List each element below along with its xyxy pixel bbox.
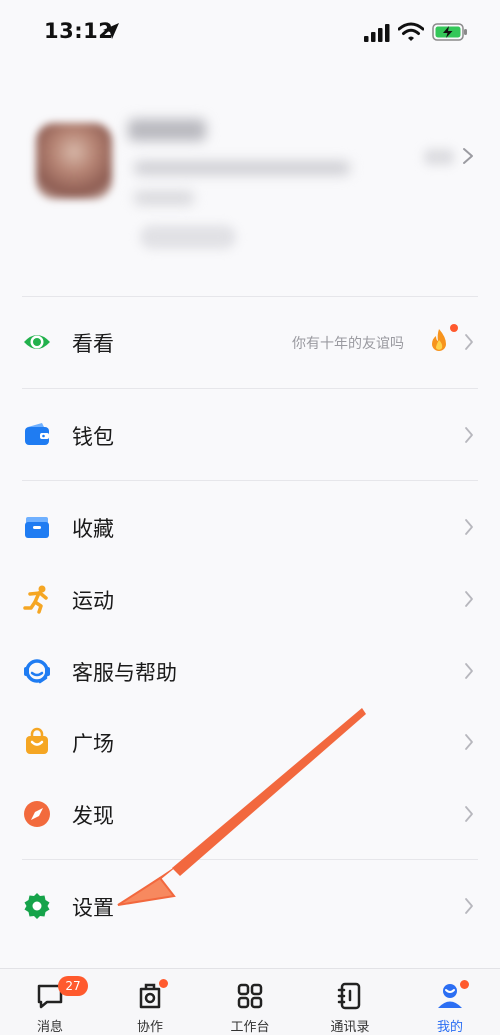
status-bar: 13:12 (0, 0, 500, 70)
tab-messages[interactable]: 27 消息 (5, 969, 95, 1035)
wifi-icon (398, 22, 424, 41)
chevron-right-icon (465, 806, 473, 822)
eye-icon (24, 335, 50, 349)
favorites-box-icon (25, 517, 49, 538)
menu-item-label: 设置 (72, 896, 114, 920)
gear-icon (24, 893, 50, 919)
tab-collaboration[interactable]: 协作 (105, 969, 195, 1035)
chevron-right-icon (465, 663, 473, 679)
notification-dot (159, 979, 168, 988)
menu-item-wallet[interactable]: 钱包 (0, 404, 500, 466)
wallet-icon (25, 423, 49, 445)
divider (22, 296, 478, 297)
notification-dot (460, 980, 469, 989)
divider (22, 859, 478, 860)
menu-item-sports[interactable]: 运动 (0, 568, 500, 630)
profile-name-blurred (128, 119, 206, 141)
chevron-right-icon (465, 427, 473, 443)
profile-qr-blurred[interactable] (424, 149, 454, 165)
location-arrow-icon (103, 23, 119, 39)
profile-detail-blurred (134, 191, 194, 205)
menu-item-discover[interactable]: 发现 (0, 783, 500, 845)
menu-item-label: 运动 (72, 589, 114, 613)
tab-label: 工作台 (230, 1020, 270, 1035)
chevron-right-icon (465, 734, 473, 750)
tab-label: 协作 (136, 1020, 163, 1035)
tab-me[interactable]: 我的 (405, 969, 495, 1035)
profile-status-chip-blurred[interactable] (140, 225, 236, 249)
compass-icon (24, 801, 50, 827)
menu-item-label: 看看 (72, 332, 114, 356)
tab-workbench[interactable]: 工作台 (205, 969, 295, 1035)
menu-item-label: 钱包 (72, 425, 114, 449)
headset-support-icon (24, 659, 50, 684)
flame-icon (432, 329, 446, 351)
menu-item-hint: 你有十年的友谊吗 (292, 336, 404, 352)
chevron-right-icon (465, 519, 473, 535)
battery-charging-icon (432, 23, 467, 41)
menu-item-customer-service[interactable]: 客服与帮助 (0, 640, 500, 702)
menu-item-kankan[interactable]: 看看 你有十年的友谊吗 (0, 311, 500, 373)
bottom-tab-bar: 27 消息 协作 工作台 通讯录 我的 (0, 968, 500, 1035)
tab-label: 消息 (36, 1020, 63, 1035)
menu-item-label: 客服与帮助 (72, 661, 177, 685)
chevron-right-icon (463, 148, 473, 164)
grid-apps-icon (237, 983, 263, 1009)
divider (22, 480, 478, 481)
running-person-icon (23, 585, 48, 614)
menu-item-label: 发现 (72, 804, 114, 828)
tab-contacts[interactable]: 通讯录 (305, 969, 395, 1035)
shopping-bag-icon (26, 727, 48, 754)
menu-item-plaza[interactable]: 广场 (0, 711, 500, 773)
tab-label: 通讯录 (330, 1020, 370, 1035)
divider (22, 388, 478, 389)
menu-item-label: 收藏 (72, 517, 114, 541)
menu-item-label: 广场 (72, 732, 114, 756)
menu-item-settings[interactable]: 设置 (0, 875, 500, 937)
chevron-right-icon (465, 334, 473, 350)
unread-badge: 27 (58, 976, 88, 996)
tab-label: 我的 (436, 1020, 463, 1035)
cellular-signal-icon (364, 24, 390, 42)
menu-item-favorites[interactable]: 收藏 (0, 496, 500, 558)
notification-dot (450, 324, 458, 332)
chevron-right-icon (465, 591, 473, 607)
address-book-icon (337, 982, 361, 1010)
profile-subtitle-blurred (134, 161, 350, 175)
chevron-right-icon (465, 898, 473, 914)
profile-header[interactable] (0, 95, 500, 285)
avatar[interactable] (36, 123, 112, 199)
